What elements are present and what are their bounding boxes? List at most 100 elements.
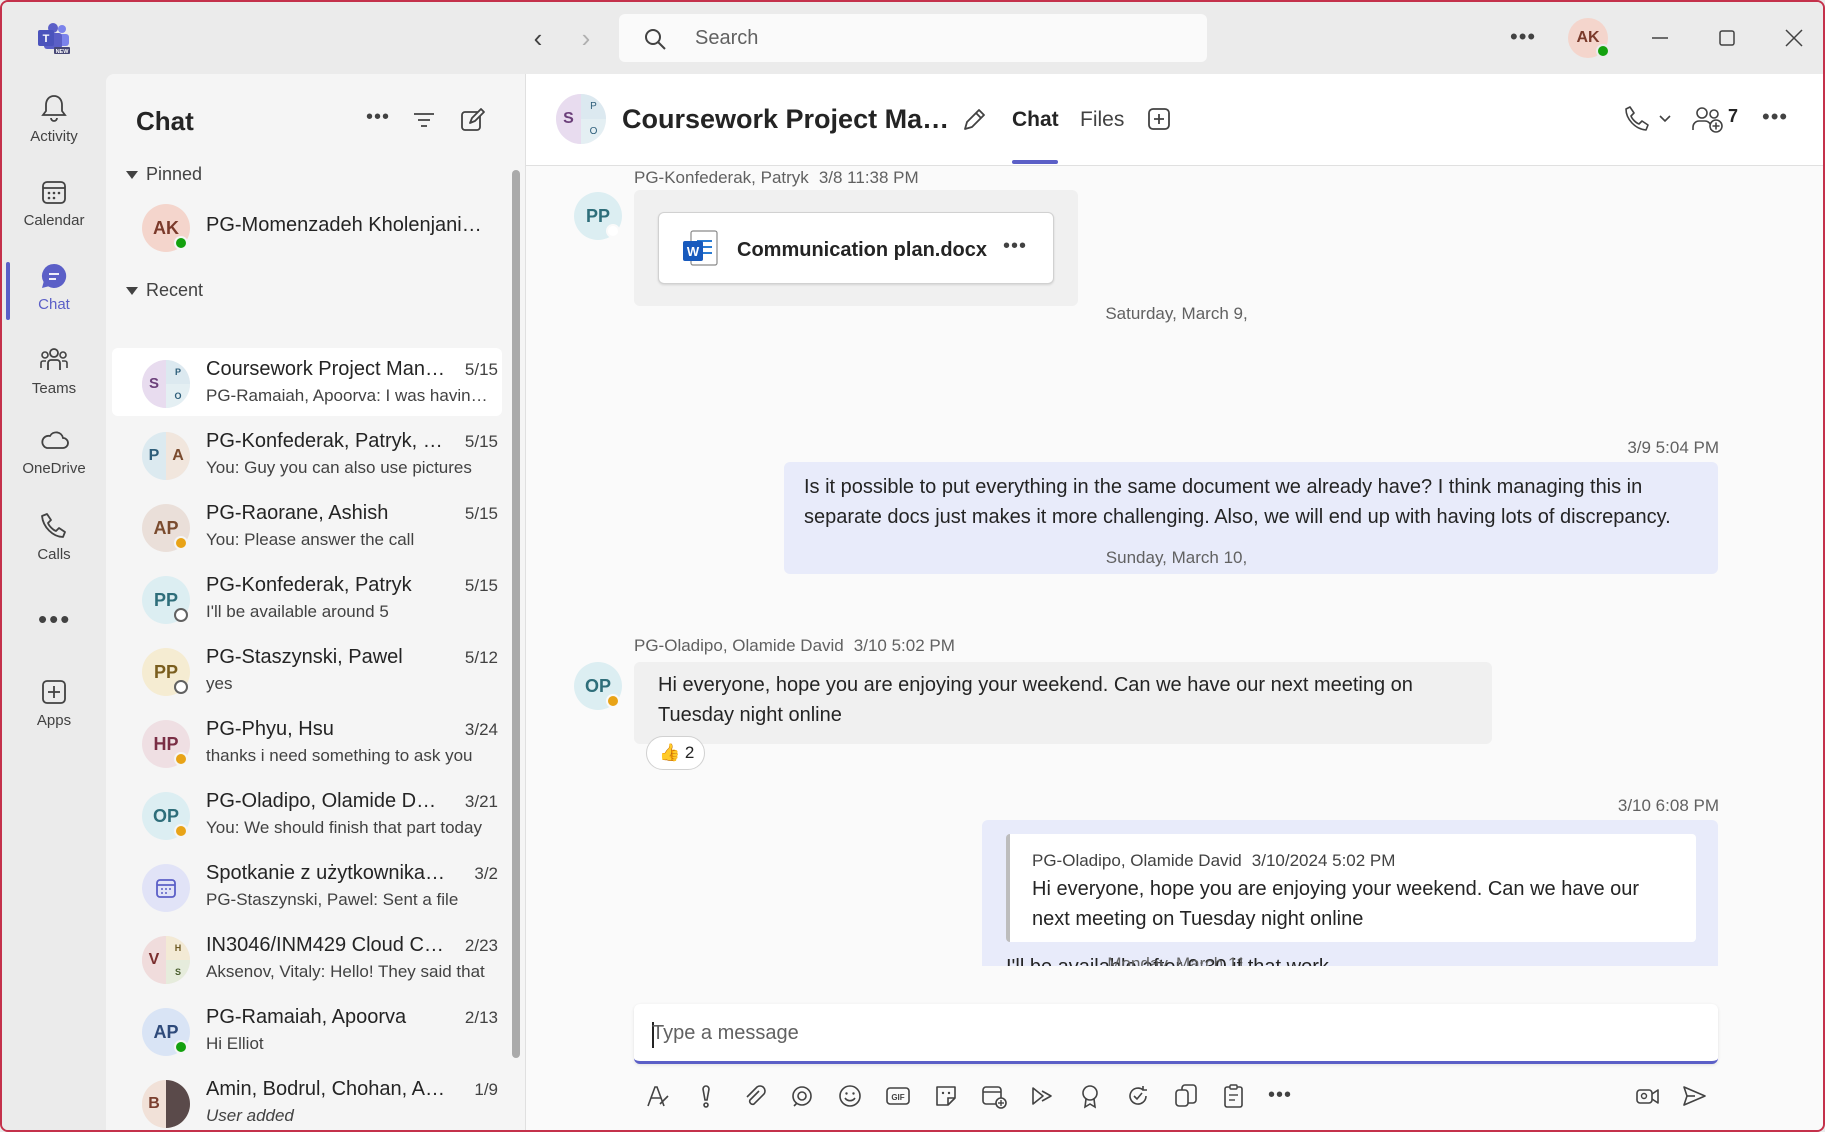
- presence-available-icon: [174, 1040, 188, 1054]
- updates-icon[interactable]: [1172, 1082, 1200, 1110]
- presence-offline-icon: [174, 680, 188, 694]
- group-avatar: B: [142, 1080, 190, 1128]
- more-actions-icon[interactable]: •••: [1268, 1082, 1296, 1110]
- search-box[interactable]: Search: [619, 14, 1207, 62]
- emoji-icon[interactable]: [836, 1082, 864, 1110]
- people-icon: [1692, 107, 1723, 133]
- user-avatar[interactable]: AK: [1568, 18, 1610, 58]
- avatar[interactable]: OP: [574, 662, 622, 710]
- recent-section-header[interactable]: Recent: [126, 280, 203, 301]
- more-apps-icon[interactable]: •••: [38, 604, 71, 635]
- pinned-label: Pinned: [146, 164, 203, 184]
- loop-icon[interactable]: [788, 1082, 816, 1110]
- chat-item-group[interactable]: P A PG-Konfederak, Patryk, PG-Raorane, A…: [112, 420, 502, 488]
- chat-item-ramaiah[interactable]: AP PG-Ramaiah, Apoorva 2/13 Hi Elliot: [112, 996, 502, 1064]
- chat-item-staszynski[interactable]: PP PG-Staszynski, Pawel 5/12 yes: [112, 636, 502, 704]
- user-initials: AK: [1576, 29, 1600, 46]
- chat-date: 5/12: [464, 648, 498, 667]
- chat-preview: You: Please answer the call: [206, 530, 415, 549]
- conversation-more-icon[interactable]: •••: [1762, 104, 1788, 130]
- rail-label: Teams: [31, 380, 77, 397]
- chat-name: PG-Phyu, Hsu: [206, 718, 334, 740]
- rail-item-teams[interactable]: Teams: [2, 336, 106, 416]
- chat-item-pinned[interactable]: AK PG-Momenzadeh Kholenjani, Amin: [112, 192, 502, 260]
- important-icon[interactable]: [692, 1082, 720, 1110]
- more-options-icon[interactable]: •••: [1510, 24, 1536, 50]
- message-bubble: PG-Oladipo, Olamide David 3/10/2024 5:02 …: [982, 820, 1718, 966]
- message-list: PG-Konfederak, Patryk 3/8 11:38 PM PP W C…: [526, 166, 1823, 966]
- chat-name: PG-Ramaiah, Apoorva: [206, 1006, 407, 1028]
- rail-item-apps[interactable]: Apps: [2, 668, 106, 748]
- date-divider: Sunday, March 10,: [1105, 548, 1248, 567]
- composer-toolbar: GIF •••: [634, 1074, 1724, 1122]
- rail-item-calls[interactable]: Calls: [2, 502, 106, 582]
- message-time: 3/9 5:04 PM: [1627, 438, 1719, 457]
- tab-chat[interactable]: Chat: [1012, 108, 1059, 132]
- video-clip-icon[interactable]: [1634, 1082, 1662, 1110]
- quoted-message[interactable]: PG-Oladipo, Olamide David 3/10/2024 5:02 …: [1006, 834, 1696, 942]
- tab-files[interactable]: Files: [1080, 108, 1124, 132]
- chat-date: 5/15: [464, 504, 498, 523]
- participants-button[interactable]: 7: [1690, 104, 1750, 134]
- chat-preview: yes: [206, 674, 233, 693]
- chat-preview: You: Guy you can also use pictures: [206, 458, 472, 477]
- chat-item-meeting[interactable]: Spotkanie z użytkownikami 3/2 PG-Staszyn…: [112, 852, 502, 920]
- chat-item-konfederak[interactable]: PP PG-Konfederak, Patryk 5/15 I'll be av…: [112, 564, 502, 632]
- close-icon[interactable]: [1776, 20, 1812, 56]
- chat-icon: [41, 263, 67, 288]
- rail-item-calendar[interactable]: Calendar: [2, 168, 106, 248]
- presence-away-icon: [174, 752, 188, 766]
- gif-icon[interactable]: GIF: [884, 1082, 912, 1110]
- pinned-section-header[interactable]: Pinned: [126, 164, 202, 185]
- call-dropdown-icon[interactable]: [1624, 104, 1680, 134]
- message-composer[interactable]: Type a message: [634, 1004, 1718, 1064]
- maximize-icon[interactable]: [1709, 20, 1745, 56]
- minimize-icon[interactable]: [1642, 20, 1678, 56]
- rail-item-chat[interactable]: Chat: [2, 252, 106, 332]
- presence-away-icon: [174, 536, 188, 550]
- forms-icon[interactable]: [1220, 1082, 1248, 1110]
- chat-item-amin-group[interactable]: B Amin, Bodrul, Chohan, Amir 1/9 User ad…: [112, 1068, 502, 1130]
- group-avatar: P A: [142, 432, 190, 480]
- edit-name-icon[interactable]: [960, 106, 988, 134]
- rail-label: Calls: [37, 546, 71, 563]
- avatar: PP: [142, 576, 190, 624]
- format-icon[interactable]: [644, 1082, 672, 1110]
- chat-item-phyu[interactable]: HP PG-Phyu, Hsu 3/24 thanks i need somet…: [112, 708, 502, 776]
- filter-icon[interactable]: [410, 106, 438, 134]
- chat-item-cloud-computing[interactable]: V H S IN3046/INM429 Cloud Computing 2/23…: [112, 924, 502, 992]
- message-bubble: Hi everyone, hope you are enjoying your …: [634, 662, 1492, 744]
- send-icon[interactable]: [1680, 1082, 1708, 1110]
- file-attachment[interactable]: W Communication plan.docx •••: [658, 212, 1054, 284]
- sticker-icon[interactable]: [932, 1082, 960, 1110]
- attach-icon[interactable]: [740, 1082, 768, 1110]
- file-name: Communication plan.docx: [737, 239, 988, 261]
- avatar[interactable]: PP: [574, 192, 622, 240]
- avatar: OP: [142, 792, 190, 840]
- new-chat-icon[interactable]: [458, 106, 486, 134]
- forward-arrow-icon[interactable]: ›: [572, 24, 600, 52]
- chat-item-coursework[interactable]: S P O Coursework Project Management 5/15…: [112, 348, 502, 416]
- conversation-title[interactable]: Coursework Project Management: [622, 104, 952, 135]
- chat-list-more-icon[interactable]: •••: [366, 106, 394, 134]
- schedule-meeting-icon[interactable]: [980, 1082, 1008, 1110]
- rail-item-onedrive[interactable]: OneDrive: [2, 416, 106, 496]
- reaction-pill[interactable]: 👍 2: [646, 736, 706, 770]
- chat-preview: PG-Ramaiah, Apoorva: I was having an iss…: [206, 386, 488, 405]
- app-window: T NEW ‹ › Search ••• AK Activity Calenda…: [0, 0, 1825, 1132]
- participant-count: 7: [1728, 106, 1739, 126]
- add-tab-icon[interactable]: [1146, 106, 1172, 132]
- chat-list-scrollbar[interactable]: [512, 170, 520, 1058]
- stream-icon[interactable]: [1028, 1082, 1056, 1110]
- back-arrow-icon[interactable]: ‹: [524, 24, 552, 52]
- apps-icon: [42, 680, 66, 704]
- rail-item-activity[interactable]: Activity: [2, 84, 106, 164]
- chat-name: PG-Raorane, Ashish: [206, 502, 389, 524]
- praise-icon[interactable]: [1076, 1082, 1104, 1110]
- approvals-icon[interactable]: [1124, 1082, 1152, 1110]
- chat-name: Amin, Bodrul, Chohan, Amir: [206, 1078, 446, 1100]
- chat-item-oladipo[interactable]: OP PG-Oladipo, Olamide David 3/21 You: W…: [112, 780, 502, 848]
- quote-text: Hi everyone, hope you are enjoying your …: [1032, 878, 1640, 930]
- chat-item-raorane[interactable]: AP PG-Raorane, Ashish 5/15 You: Please a…: [112, 492, 502, 560]
- file-more-icon[interactable]: •••: [1003, 231, 1027, 261]
